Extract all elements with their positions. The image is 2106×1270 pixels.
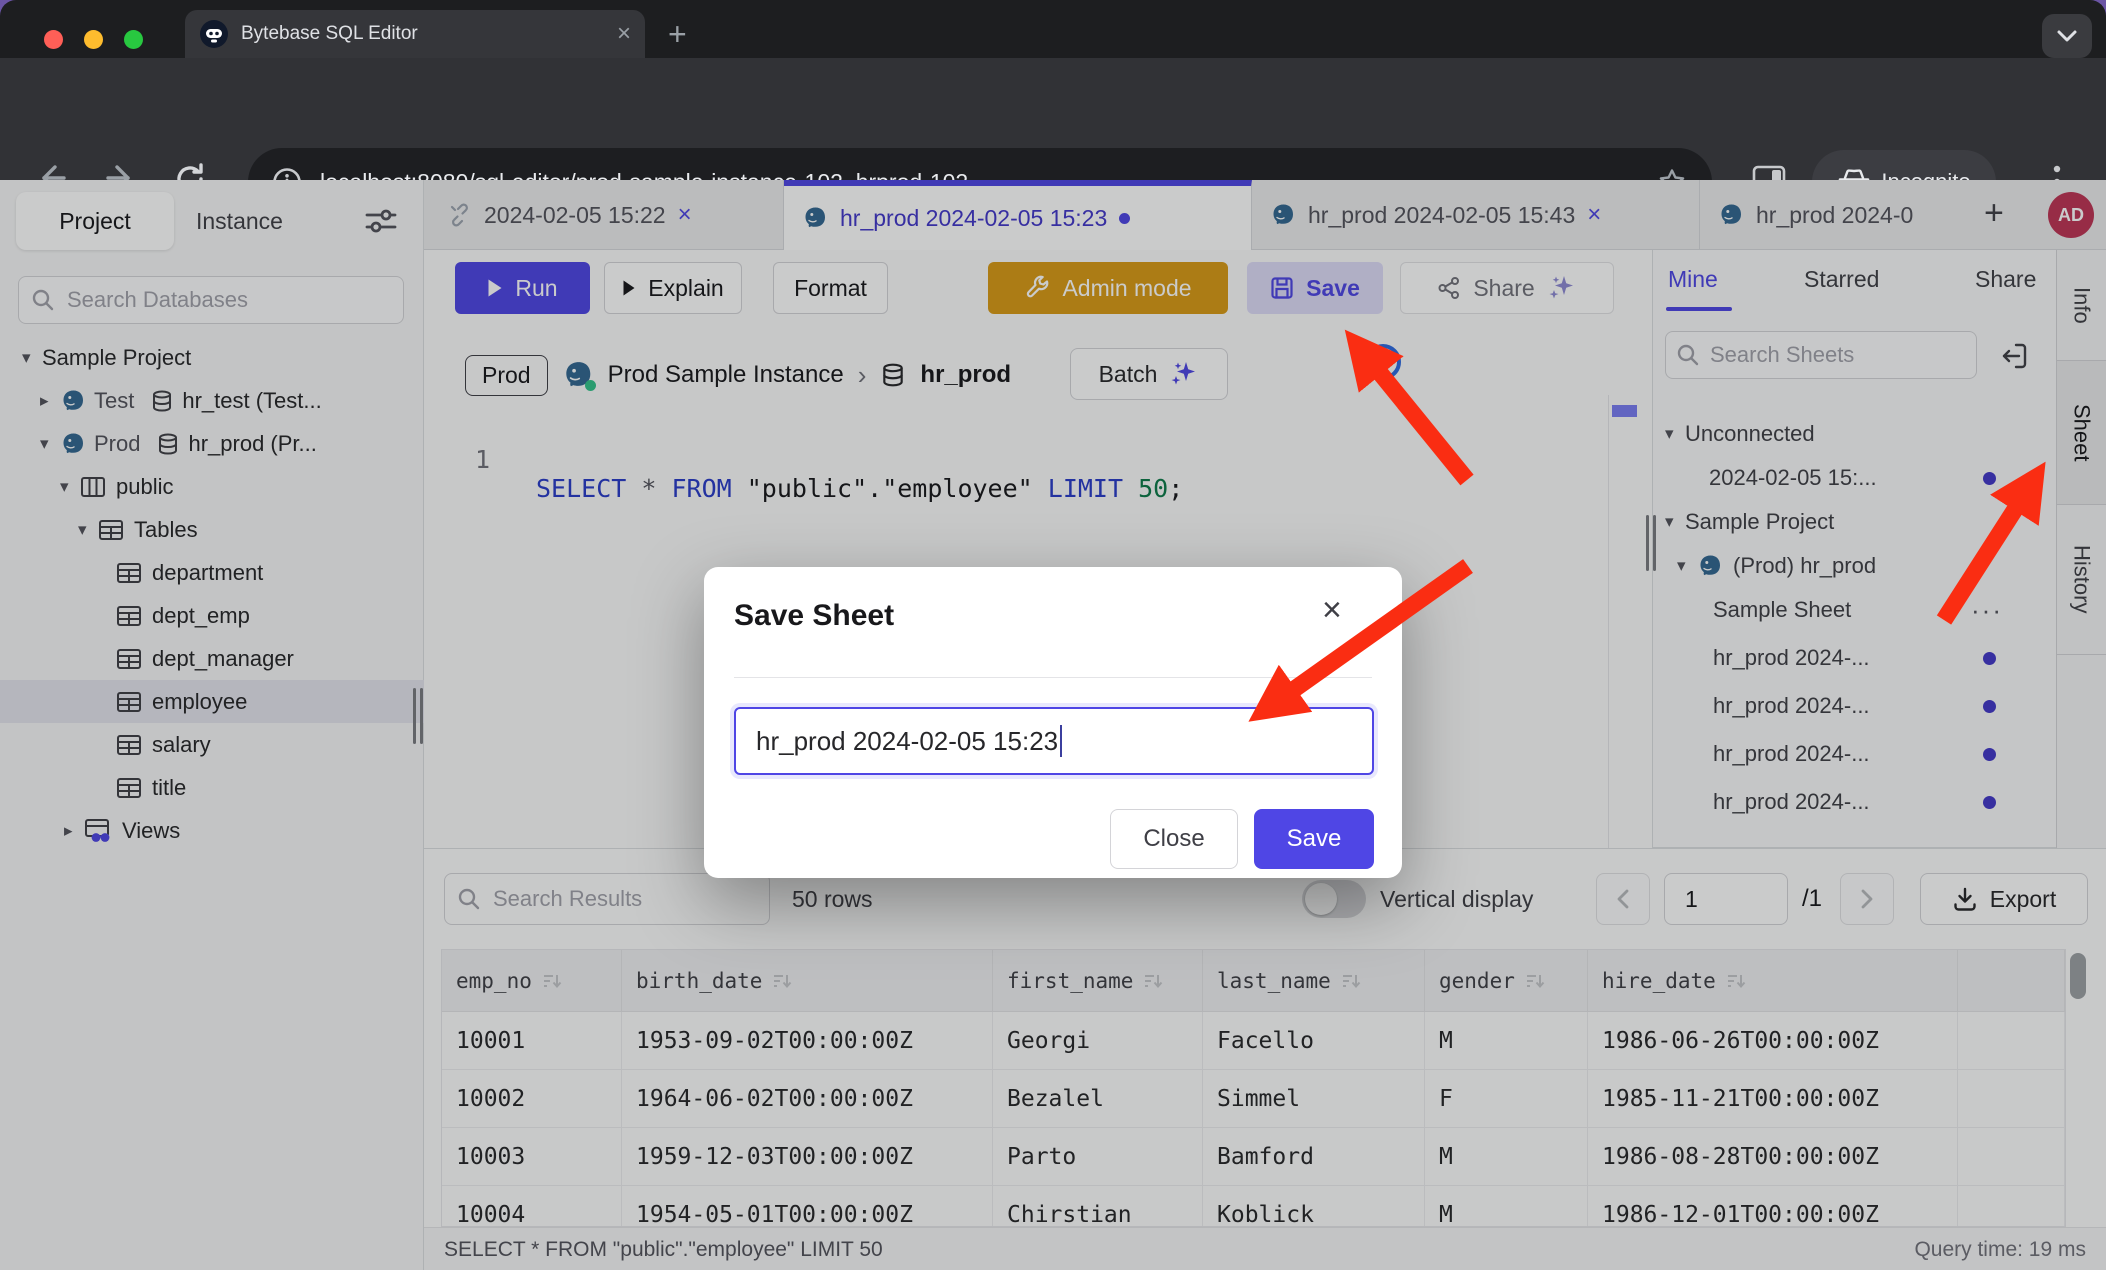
browser-tab-close-icon[interactable]: × xyxy=(617,22,631,46)
dialog-divider xyxy=(734,677,1372,678)
traffic-zoom-button[interactable] xyxy=(124,30,143,49)
sheet-name-input[interactable]: hr_prod 2024-02-05 15:23 xyxy=(734,707,1374,775)
browser-toolbar: localhost:8080/sql-editor/prod-sample-in… xyxy=(0,58,2106,180)
screen: Bytebase SQL Editor × + localhost:8080/s… xyxy=(0,0,2106,1270)
save-sheet-dialog: Save Sheet × hr_prod 2024-02-05 15:23 Cl… xyxy=(704,567,1402,878)
text-cursor xyxy=(1060,725,1062,757)
new-tab-button[interactable]: + xyxy=(668,18,687,50)
sheet-name-value: hr_prod 2024-02-05 15:23 xyxy=(756,726,1058,757)
browser-tab-title: Bytebase SQL Editor xyxy=(241,23,617,45)
traffic-close-button[interactable] xyxy=(44,30,63,49)
bytebase-app: Project Instance ▾ Sample Project ▸ Test xyxy=(0,180,2106,1270)
dialog-save-button[interactable]: Save xyxy=(1254,809,1374,869)
bytebase-favicon xyxy=(199,19,229,49)
traffic-minimize-button[interactable] xyxy=(84,30,103,49)
tab-search-chevron-button[interactable] xyxy=(2042,14,2092,58)
dialog-title: Save Sheet xyxy=(734,599,894,633)
chevron-down-icon xyxy=(2056,29,2078,43)
dialog-close-button[interactable]: Close xyxy=(1110,809,1238,869)
browser-chrome: Bytebase SQL Editor × + localhost:8080/s… xyxy=(0,0,2106,180)
browser-tab[interactable]: Bytebase SQL Editor × xyxy=(185,10,645,58)
dialog-close-icon[interactable]: × xyxy=(1322,593,1342,627)
